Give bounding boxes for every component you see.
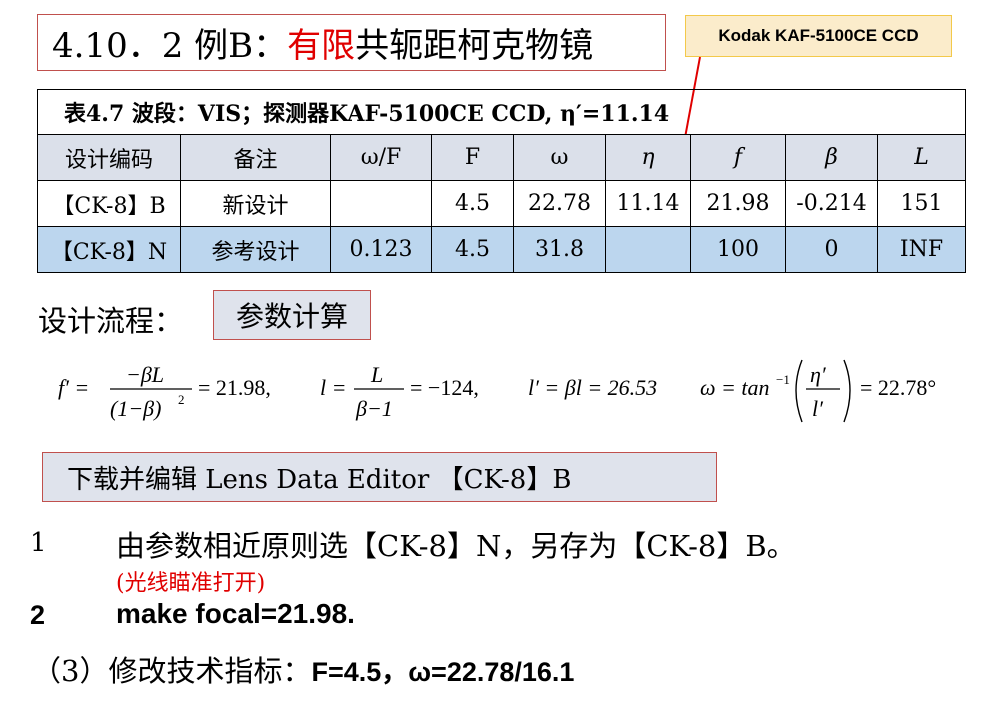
header-focal: f [690,134,786,181]
formula-w-val: = 22.78° [860,375,936,400]
slide-title: 4.10．2 例B： 有限 共轭距柯克物镜 [37,14,666,71]
formula-f-den: (1−β) [110,396,161,421]
lens-parameter-table: 表4.7 波段：VIS；探测器KAF-5100CE CCD, η′=11.14 … [36,89,967,273]
table-row: 【CK-8】N 参考设计 0.123 4.5 31.8 100 0 INF [37,226,967,273]
cell-omega-over-f: 0.123 [330,226,432,273]
formula-f-val: = 21.98, [198,375,271,400]
formula-w-num: η′ [810,362,827,387]
table-caption: 表4.7 波段：VIS；探测器KAF-5100CE CCD, η′=11.14 [36,89,967,135]
process-label: 设计流程： [38,304,184,338]
formula-l-val: = −124, [410,375,479,400]
header-length: L [876,134,967,181]
formula-l-num: L [370,362,383,387]
formula-w-exp: −1 [776,372,790,387]
cell-note: 参考设计 [180,226,331,273]
step-3: （3）修改技术指标：F=4.5，ω=22.78/16.1 [32,648,574,690]
header-omega: ω [513,134,606,181]
formula-l-den: β−1 [355,396,393,421]
detector-callout: Kodak KAF-5100CE CCD [685,15,952,57]
cell-eta [605,226,691,273]
title-prefix: 4.10．2 例B： [52,26,288,66]
formula-f-lhs: f′ = [58,375,89,400]
cell-focal: 100 [690,226,786,273]
formula-f-exp: 2 [178,392,185,407]
step-2-number: 2 [30,600,46,630]
cell-omega: 31.8 [513,226,606,273]
table-header-row: 设计编码 备注 ω/F F ω η f β L [37,134,967,181]
cell-focal: 21.98 [690,180,786,227]
formula-block: f′ = −βL (1−β) 2 = 21.98, l = L β−1 = −1… [58,359,936,423]
table-row: 【CK-8】B 新设计 4.5 22.78 11.14 21.98 -0.214… [37,180,967,227]
step-1-text: 由参数相近原则选【CK-8】N，另存为【CK-8】B。 [116,529,796,563]
cell-design-code: 【CK-8】N [37,226,181,273]
cell-beta: -0.214 [785,180,878,227]
step-3-f-value: F=4.5， [311,657,409,687]
header-note: 备注 [180,134,331,181]
cell-omega-over-f [330,180,432,227]
step-3-omega-value: ω=22.78/16.1 [408,657,575,687]
formula-f-num: −βL [126,362,164,387]
step-1-number: 1 [30,528,47,558]
header-f-number: F [431,134,514,181]
cell-length: INF [876,226,967,273]
cell-eta: 11.14 [605,180,691,227]
formula-lprime: l′ = βl = 26.53 [528,375,657,400]
cell-note: 新设计 [180,180,331,227]
title-highlight: 有限 [287,26,356,66]
step-3-prefix: （3）修改技术指标： [32,654,312,688]
parameter-calc-button[interactable]: 参数计算 [213,290,371,340]
header-omega-over-f: ω/F [330,134,432,181]
step-2-text: make focal=21.98. [116,598,355,629]
cell-beta: 0 [785,226,878,273]
title-suffix: 共轭距柯克物镜 [355,26,594,66]
download-lens-data-box: 下载并编辑 Lens Data Editor 【CK-8】B [42,452,717,502]
cell-design-code: 【CK-8】B [37,180,181,227]
header-eta: η [605,134,691,181]
formula-l-lhs: l = [320,375,346,400]
cell-omega: 22.78 [513,180,606,227]
cell-f-number: 4.5 [431,180,514,227]
cell-f-number: 4.5 [431,226,514,273]
header-beta: β [785,134,878,181]
cell-length: 151 [876,180,967,227]
formula-w-lhs: ω = tan [700,375,770,400]
step-1-note: (光线瞄准打开) [116,571,266,596]
formula-w-den: l′ [812,396,824,421]
header-design-code: 设计编码 [37,134,181,181]
